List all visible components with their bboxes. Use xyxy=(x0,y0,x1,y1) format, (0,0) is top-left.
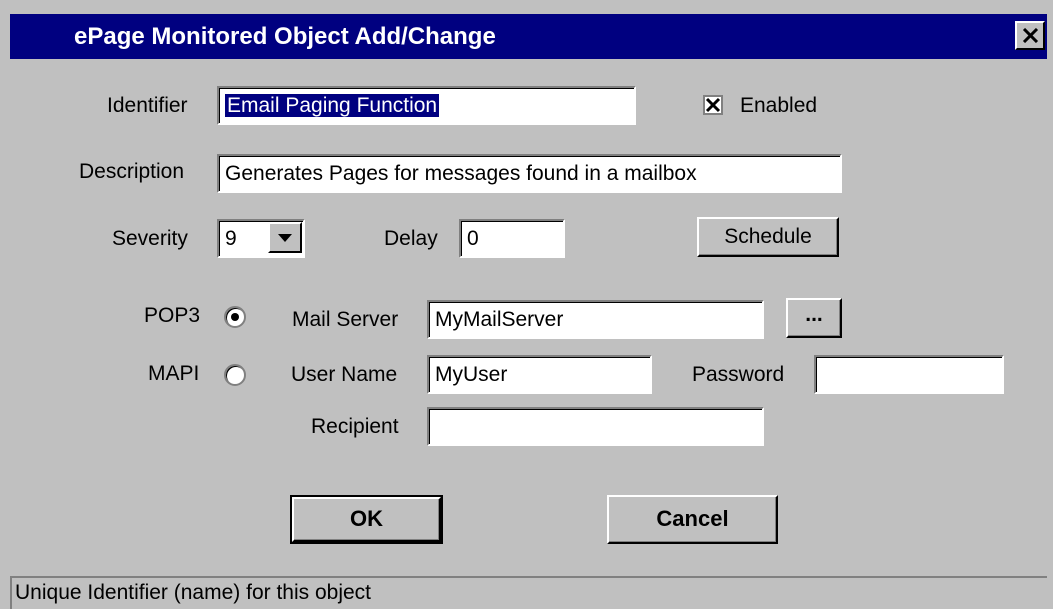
severity-select[interactable]: 9 xyxy=(217,219,305,258)
pop3-label: POP3 xyxy=(144,304,201,327)
pop3-radio[interactable] xyxy=(224,306,246,328)
password-input[interactable] xyxy=(814,355,1004,394)
dialog-window: ePage Monitored Object Add/Change Identi… xyxy=(0,0,1053,609)
mail-server-label: Mail Server xyxy=(292,308,399,331)
description-value: Generates Pages for messages found in a … xyxy=(225,162,697,185)
schedule-button[interactable]: Schedule xyxy=(697,217,839,257)
enabled-checkbox[interactable] xyxy=(703,95,723,115)
password-label: Password xyxy=(692,363,785,386)
browse-button-label: ... xyxy=(805,303,823,326)
status-bar: Unique Identifier (name) for this object xyxy=(10,576,1047,609)
schedule-button-label: Schedule xyxy=(724,225,812,248)
close-button[interactable] xyxy=(1015,21,1045,50)
title-bar[interactable]: ePage Monitored Object Add/Change xyxy=(10,14,1047,59)
ok-button[interactable]: OK xyxy=(292,497,441,542)
recipient-label: Recipient xyxy=(311,415,399,438)
chevron-down-icon xyxy=(278,234,292,242)
recipient-input[interactable] xyxy=(427,407,764,446)
user-name-value: MyUser xyxy=(435,363,508,386)
severity-label: Severity xyxy=(112,227,188,250)
mail-server-input[interactable]: MyMailServer xyxy=(427,300,764,339)
mapi-radio[interactable] xyxy=(224,364,246,386)
severity-value: 9 xyxy=(225,227,237,250)
identifier-label: Identifier xyxy=(107,94,188,117)
close-icon xyxy=(1022,28,1039,43)
mail-server-value: MyMailServer xyxy=(435,308,564,331)
identifier-input[interactable]: Email Paging Function xyxy=(217,86,636,125)
delay-label: Delay xyxy=(384,227,438,250)
status-text: Unique Identifier (name) for this object xyxy=(15,581,372,604)
ok-button-frame: OK xyxy=(290,495,443,544)
delay-value: 0 xyxy=(467,227,479,250)
pop3-radio-dot xyxy=(231,313,239,321)
window-title: ePage Monitored Object Add/Change xyxy=(74,23,496,50)
enabled-label: Enabled xyxy=(740,94,818,117)
cancel-button-label: Cancel xyxy=(656,506,729,531)
mapi-label: MAPI xyxy=(148,362,200,385)
delay-input[interactable]: 0 xyxy=(459,219,565,258)
browse-mail-server-button[interactable]: ... xyxy=(786,298,842,338)
description-label: Description xyxy=(79,160,185,183)
ok-button-label: OK xyxy=(350,506,383,531)
cancel-button[interactable]: Cancel xyxy=(607,495,778,544)
severity-dropdown-button[interactable] xyxy=(268,222,302,253)
user-name-label: User Name xyxy=(291,363,398,386)
description-input[interactable]: Generates Pages for messages found in a … xyxy=(217,154,842,193)
user-name-input[interactable]: MyUser xyxy=(427,355,652,394)
identifier-value: Email Paging Function xyxy=(225,94,440,117)
checkmark-icon xyxy=(705,97,721,113)
